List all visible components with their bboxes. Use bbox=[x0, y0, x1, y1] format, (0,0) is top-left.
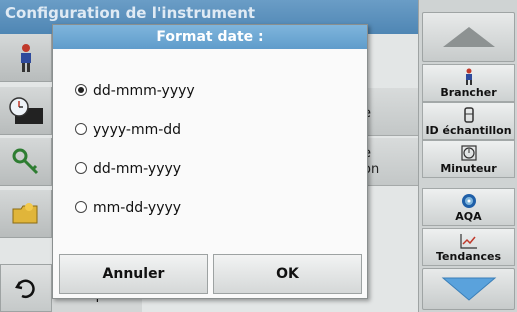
security-button[interactable] bbox=[0, 138, 52, 186]
trends-button[interactable]: Tendances bbox=[422, 228, 515, 266]
option-label: dd-mm-yyyy bbox=[93, 161, 182, 177]
operator-icon bbox=[20, 43, 31, 72]
brancher-label: Brancher bbox=[440, 86, 497, 99]
key-icon bbox=[12, 148, 38, 174]
option-label: dd-mmm-yyyy bbox=[93, 83, 195, 99]
trend-chart-icon bbox=[459, 234, 477, 249]
clock-keyboard-icon bbox=[8, 96, 43, 124]
cancel-button[interactable]: Annuler bbox=[59, 254, 208, 294]
back-button[interactable] bbox=[0, 264, 52, 312]
date-time-button[interactable] bbox=[0, 87, 52, 135]
option-label: mm-dd-yyyy bbox=[93, 200, 182, 216]
scroll-down-button[interactable] bbox=[422, 268, 515, 310]
folder-icon bbox=[12, 202, 37, 223]
option-dd-mmm-yyyy[interactable]: dd-mmm-yyyy bbox=[75, 83, 195, 99]
back-arrow-icon bbox=[15, 279, 35, 299]
option-label: yyyy-mm-dd bbox=[93, 122, 182, 138]
aqa-label: AQA bbox=[455, 210, 482, 223]
timer-label: Minuteur bbox=[440, 162, 497, 175]
aqa-icon bbox=[461, 194, 476, 208]
date-format-dialog: Format date : dd-mmm-yyyy yyyy-mm-dd dd-… bbox=[52, 24, 368, 299]
ok-button[interactable]: OK bbox=[213, 254, 362, 294]
down-arrow-icon bbox=[441, 277, 496, 301]
sample-id-button[interactable]: ID échantillon bbox=[422, 102, 515, 140]
operator-button[interactable] bbox=[0, 34, 52, 82]
radio-icon[interactable] bbox=[75, 123, 87, 135]
option-mm-dd-yyyy[interactable]: mm-dd-yyyy bbox=[75, 200, 181, 216]
data-management-button[interactable] bbox=[0, 190, 52, 238]
timer-icon bbox=[460, 145, 477, 161]
timer-button[interactable]: Minuteur bbox=[422, 140, 515, 178]
radio-icon[interactable] bbox=[75, 201, 87, 213]
background-row: e on bbox=[360, 138, 418, 186]
sample-id-label: ID échantillon bbox=[425, 124, 512, 137]
up-arrow-icon bbox=[442, 27, 495, 47]
person-plug-icon bbox=[465, 68, 472, 85]
brancher-button[interactable]: Brancher bbox=[422, 64, 515, 102]
scroll-up-button[interactable] bbox=[422, 12, 515, 62]
trends-label: Tendances bbox=[436, 250, 501, 263]
option-yyyy-mm-dd[interactable]: yyyy-mm-dd bbox=[75, 122, 181, 138]
radio-selected-icon[interactable] bbox=[75, 84, 87, 96]
dialog-title: Format date : bbox=[53, 25, 367, 49]
sample-vial-icon bbox=[463, 107, 474, 123]
background-row: e bbox=[360, 88, 418, 136]
option-dd-mm-yyyy[interactable]: dd-mm-yyyy bbox=[75, 161, 181, 177]
instrument-screen: Configuration de l'instrument on Branche… bbox=[0, 0, 517, 312]
radio-icon[interactable] bbox=[75, 162, 87, 174]
right-panel: Brancher ID échantillon Minuteur AQA Ten… bbox=[418, 0, 517, 312]
aqa-button[interactable]: AQA bbox=[422, 188, 515, 226]
